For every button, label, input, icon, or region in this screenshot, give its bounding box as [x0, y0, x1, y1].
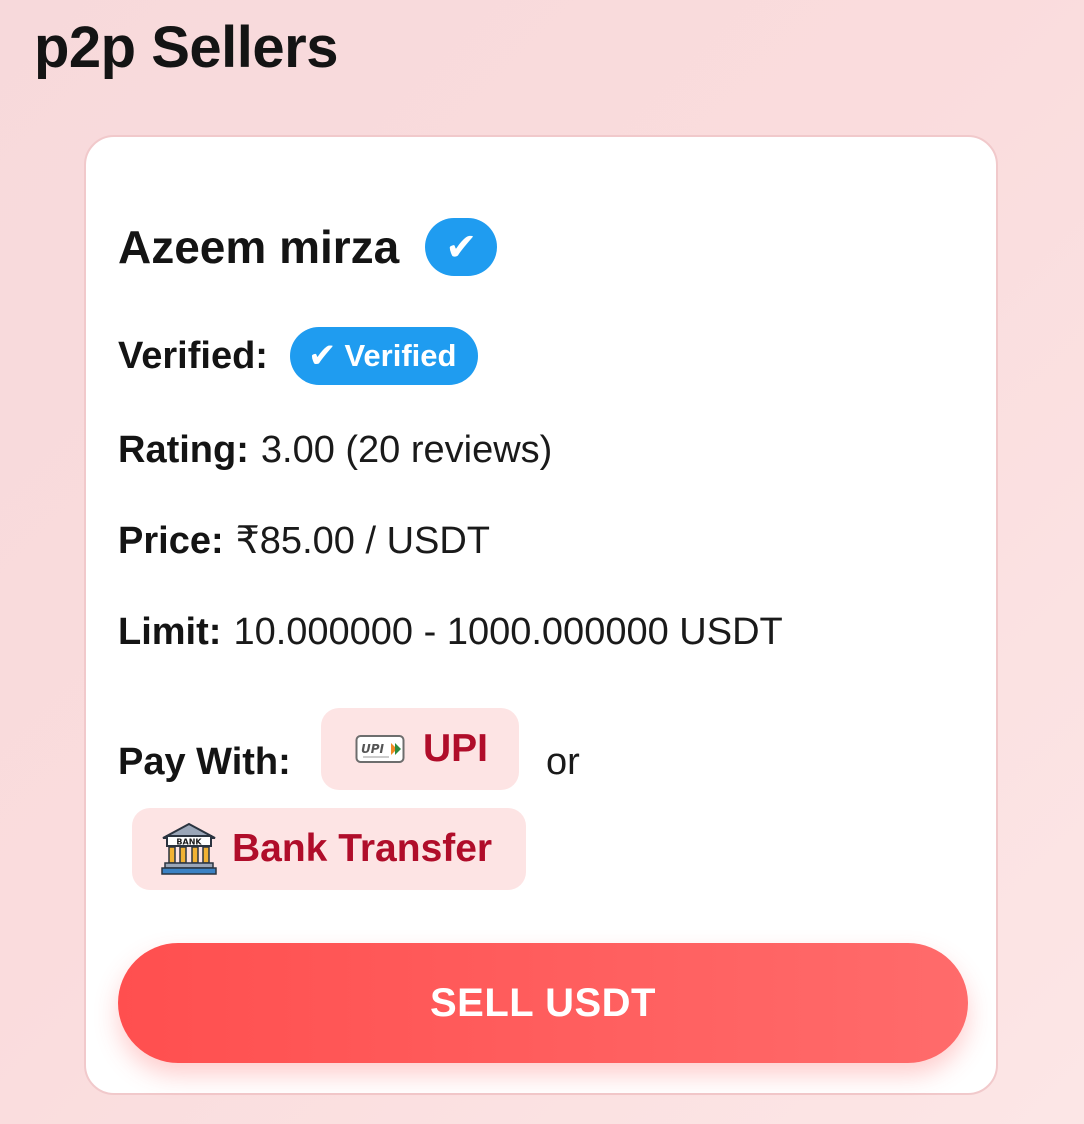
page-title: p2p Sellers — [34, 15, 338, 80]
price-value: ₹85.00 / USDT — [235, 520, 491, 562]
rating-value: 3.00 (20 reviews) — [260, 429, 553, 471]
seller-header: Azeem mirza ✔ — [118, 217, 498, 277]
sell-usdt-button[interactable]: SELL USDT — [118, 943, 968, 1063]
limit-value: 10.000000 - 1000.000000 USDT — [233, 611, 783, 653]
limit-row: Limit: 10.000000 - 1000.000000 USDT — [118, 607, 783, 657]
pay-with-label: Pay With: — [118, 741, 291, 783]
checkmark-icon: ✔ — [307, 336, 337, 376]
bank-sign-text: BANK — [176, 838, 202, 847]
seller-name: Azeem mirza — [118, 221, 400, 273]
limit-label: Limit: — [118, 611, 222, 653]
payment-separator: or — [546, 741, 580, 783]
bank-building-icon: BANK — [161, 822, 217, 875]
seller-card: Azeem mirza ✔ Verified: ✔ Verified Ratin… — [84, 135, 998, 1095]
verified-check-icon: ✔ — [425, 218, 498, 276]
pay-with-row: Pay With: — [118, 737, 291, 787]
verified-badge: ✔ Verified — [289, 327, 479, 385]
verified-badge-text: Verified — [344, 338, 457, 373]
price-row: Price: ₹85.00 / USDT — [118, 516, 490, 566]
verified-label: Verified: — [118, 335, 268, 377]
rating-label: Rating: — [118, 429, 249, 471]
upi-logo-text: UPI — [361, 742, 385, 756]
payment-method-upi[interactable]: UPI UPI — [321, 708, 519, 790]
payment-method-bank-transfer[interactable]: BANK Bank Transfer — [132, 808, 526, 890]
upi-label: UPI — [423, 727, 489, 770]
verified-row: Verified: ✔ Verified — [118, 327, 479, 385]
upi-logo-icon: UPI — [355, 735, 405, 763]
rating-row: Rating: 3.00 (20 reviews) — [118, 425, 552, 475]
price-label: Price: — [118, 520, 224, 562]
bank-transfer-label: Bank Transfer — [232, 827, 493, 870]
